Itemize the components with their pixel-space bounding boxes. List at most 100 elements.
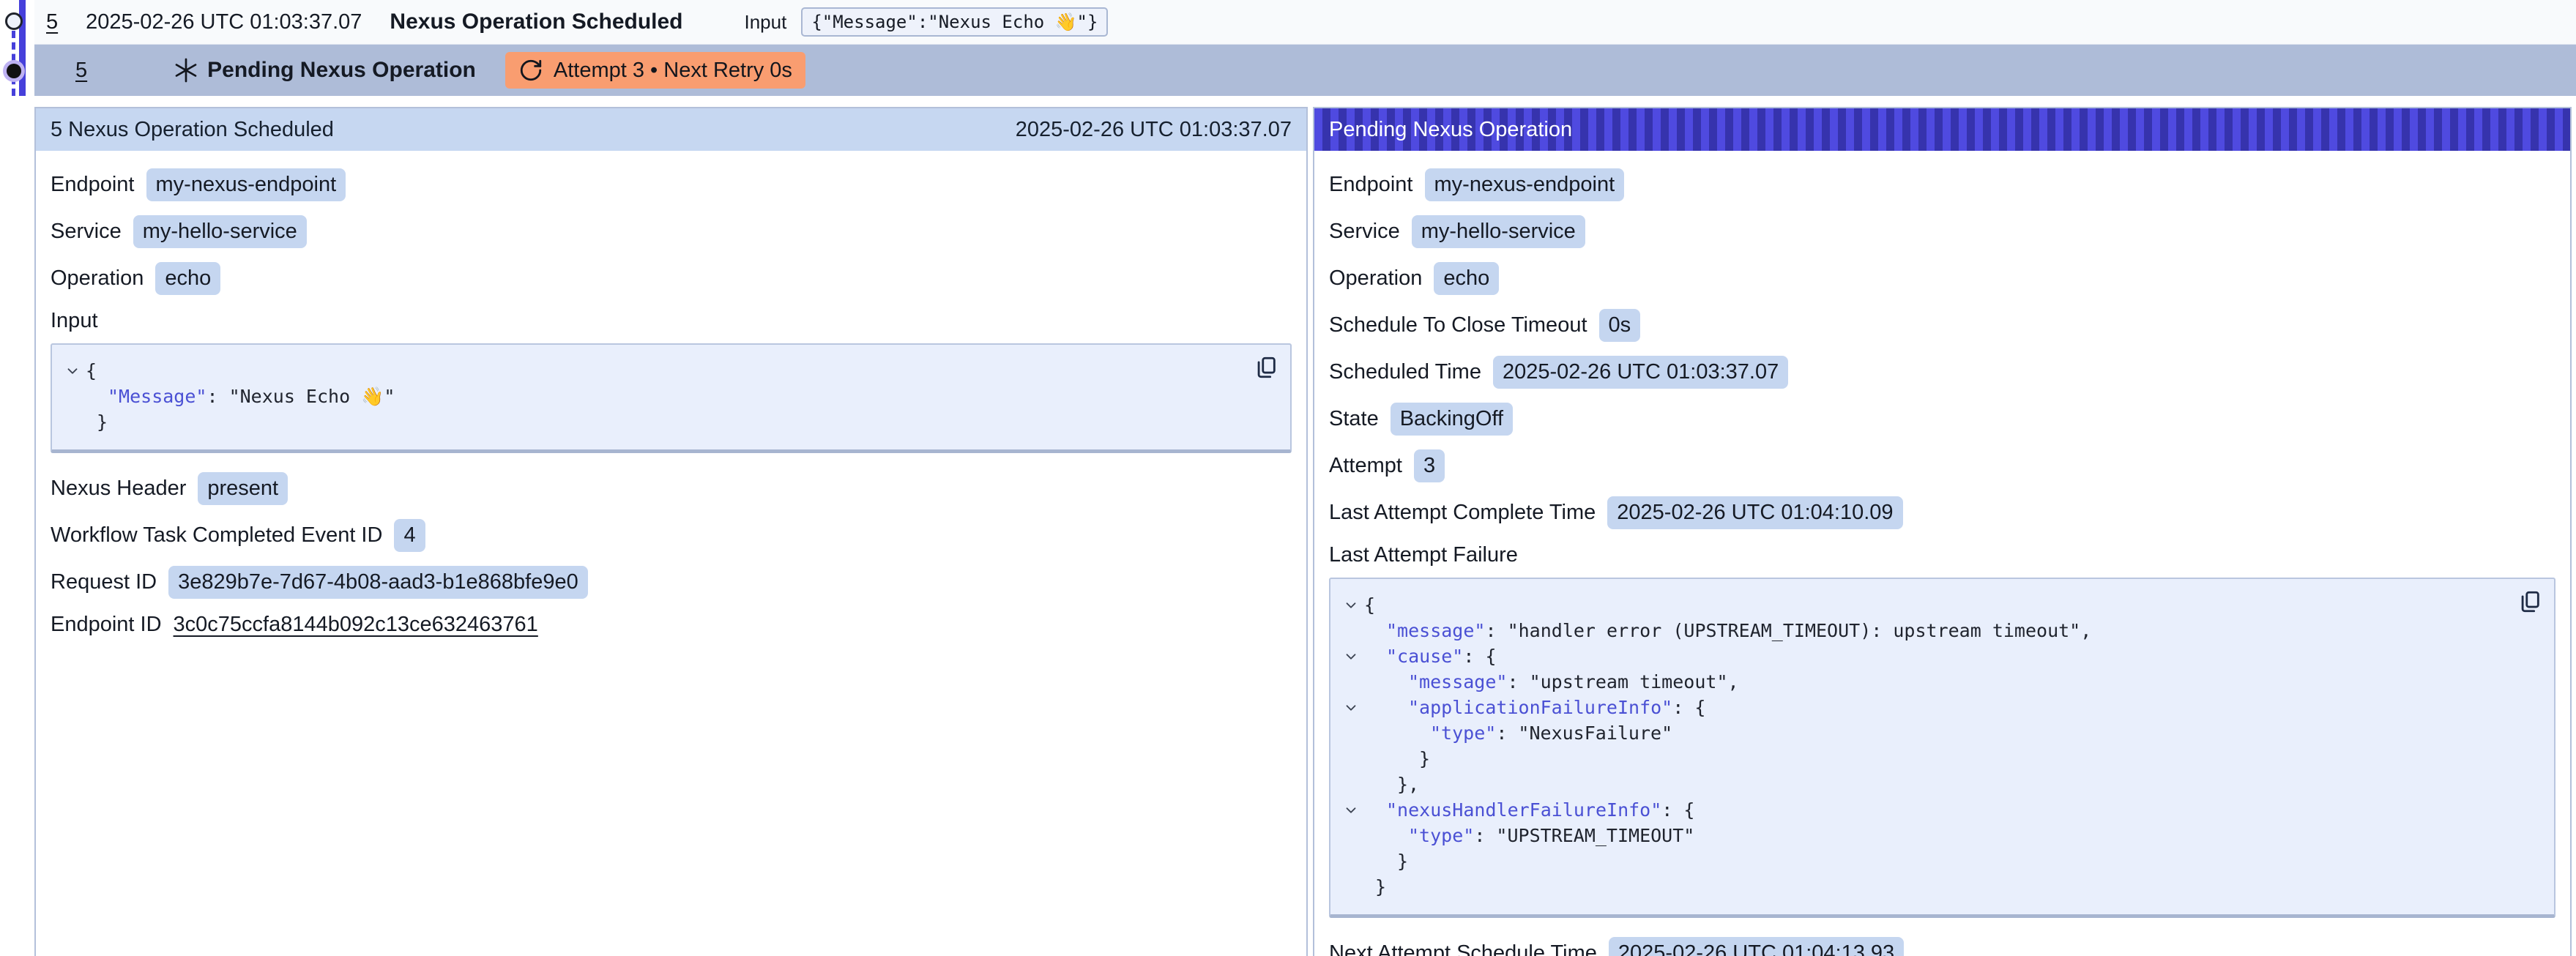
field-row-endpoint-id: Endpoint ID 3c0c75ccfa8144b092c13ce63246… xyxy=(51,613,1292,637)
event-row-pending-nexus-operation[interactable]: 5 Pending Nexus Operation Attempt 3 • Ne… xyxy=(34,45,2576,96)
field-value: 2025-02-26 UTC 01:04:13.93 xyxy=(1609,937,1904,956)
field-row-last-attempt-complete-time: Last Attempt Complete Time 2025-02-26 UT… xyxy=(1329,496,2555,529)
code-line: { xyxy=(59,358,1239,384)
input-json-block: {"Message": "Nexus Echo 👋"} xyxy=(51,343,1292,453)
event-timestamp: 2025-02-26 UTC 01:03:37.07 xyxy=(86,10,362,34)
pending-panel-body: Endpoint my-nexus-endpoint Service my-he… xyxy=(1314,151,2570,956)
field-label: Service xyxy=(51,220,122,244)
code-line: } xyxy=(59,409,1239,435)
event-rows: 5 2025-02-26 UTC 01:03:37.07 Nexus Opera… xyxy=(34,0,2576,96)
code-line: { xyxy=(1338,592,2503,618)
code-line: "type": "UPSTREAM_TIMEOUT" xyxy=(1338,823,2503,848)
field-value: 4 xyxy=(394,519,425,552)
field-row-service: Service my-hello-service xyxy=(51,215,1292,248)
field-row-state: State BackingOff xyxy=(1329,403,2555,436)
field-label: Last Attempt Complete Time xyxy=(1329,501,1596,525)
input-json-code: {"Message": "Nexus Echo 👋"} xyxy=(59,358,1239,435)
code-line: }, xyxy=(1338,772,2503,797)
field-label: Endpoint xyxy=(1329,173,1413,197)
field-value: my-nexus-endpoint xyxy=(146,168,346,201)
event-input-value-chip: {"Message":"Nexus Echo 👋"} xyxy=(801,7,1108,37)
pending-fields-top: Endpoint my-nexus-endpoint Service my-he… xyxy=(1329,168,2555,529)
copy-button[interactable] xyxy=(1254,355,1278,380)
code-line: } xyxy=(1338,746,2503,772)
event-id-link[interactable]: 5 xyxy=(46,10,58,34)
input-section-label: Input xyxy=(51,309,1292,333)
code-line: } xyxy=(1338,874,2503,900)
code-line: "Message": "Nexus Echo 👋" xyxy=(59,384,1239,409)
field-label: Next Attempt Schedule Time xyxy=(1329,941,1597,956)
code-line: "cause": { xyxy=(1338,643,2503,669)
scheduled-fields-bottom: Nexus Header present Workflow Task Compl… xyxy=(51,472,1292,637)
event-row-nexus-operation-scheduled[interactable]: 5 2025-02-26 UTC 01:03:37.07 Nexus Opera… xyxy=(34,0,2576,45)
field-value: echo xyxy=(155,262,220,295)
field-row-endpoint: Endpoint my-nexus-endpoint xyxy=(51,168,1292,201)
field-label: Workflow Task Completed Event ID xyxy=(51,523,382,548)
code-line: "nexusHandlerFailureInfo": { xyxy=(1338,797,2503,823)
pending-fields-bottom: Next Attempt Schedule Time 2025-02-26 UT… xyxy=(1329,937,2555,956)
pending-operation-panel: Pending Nexus Operation Endpoint my-nexu… xyxy=(1313,107,2572,956)
field-value[interactable]: 3c0c75ccfa8144b092c13ce632463761 xyxy=(174,613,538,637)
code-line: "applicationFailureInfo": { xyxy=(1338,695,2503,720)
field-row-endpoint: Endpoint my-nexus-endpoint xyxy=(1329,168,2555,201)
field-label: Request ID xyxy=(51,570,157,594)
code-line: "type": "NexusFailure" xyxy=(1338,720,2503,746)
field-label: Endpoint ID xyxy=(51,613,162,637)
timeline-node-filled-icon xyxy=(7,64,21,78)
event-timeline xyxy=(0,0,34,99)
field-row-next-attempt-schedule-time: Next Attempt Schedule Time 2025-02-26 UT… xyxy=(1329,937,2555,956)
collapse-chevron-icon[interactable] xyxy=(1338,649,1364,665)
pending-panel-header: Pending Nexus Operation xyxy=(1314,108,2570,151)
field-row-schedule-to-close-timeout: Schedule To Close Timeout 0s xyxy=(1329,309,2555,342)
field-label: Attempt xyxy=(1329,454,1402,478)
collapse-chevron-icon[interactable] xyxy=(59,363,86,379)
failure-json-code: {"message": "handler error (UPSTREAM_TIM… xyxy=(1338,592,2503,900)
scheduled-panel-body: Endpoint my-nexus-endpoint Service my-he… xyxy=(36,151,1306,665)
code-line: "message": "upstream timeout", xyxy=(1338,669,2503,695)
event-id-link[interactable]: 5 xyxy=(75,59,87,83)
scheduled-panel-title: 5 Nexus Operation Scheduled xyxy=(51,118,334,142)
field-label: Schedule To Close Timeout xyxy=(1329,313,1587,337)
retry-badge-text: Attempt 3 • Next Retry 0s xyxy=(554,59,792,83)
field-label: Nexus Header xyxy=(51,477,186,501)
code-line: "message": "handler error (UPSTREAM_TIME… xyxy=(1338,618,2503,643)
failure-section-label: Last Attempt Failure xyxy=(1329,543,2555,567)
field-row-scheduled-time: Scheduled Time 2025-02-26 UTC 01:03:37.0… xyxy=(1329,356,2555,389)
field-row-operation: Operation echo xyxy=(51,262,1292,295)
field-value: 3e829b7e-7d67-4b08-aad3-b1e868bfe9e0 xyxy=(168,566,588,599)
field-value: my-hello-service xyxy=(1412,215,1585,248)
pending-panel-title: Pending Nexus Operation xyxy=(1329,118,1572,142)
field-value: 2025-02-26 UTC 01:04:10.09 xyxy=(1607,496,1902,529)
field-value: 2025-02-26 UTC 01:03:37.07 xyxy=(1493,356,1788,389)
failure-json-block: {"message": "handler error (UPSTREAM_TIM… xyxy=(1329,578,2555,918)
field-value: my-nexus-endpoint xyxy=(1425,168,1625,201)
collapse-chevron-icon[interactable] xyxy=(1338,597,1364,613)
workflow-history-view: 5 2025-02-26 UTC 01:03:37.07 Nexus Opera… xyxy=(0,0,2576,956)
field-label: Endpoint xyxy=(51,173,135,197)
field-value: my-hello-service xyxy=(133,215,307,248)
scheduled-fields-top: Endpoint my-nexus-endpoint Service my-he… xyxy=(51,168,1292,295)
collapse-chevron-icon[interactable] xyxy=(1338,700,1364,716)
collapse-chevron-icon[interactable] xyxy=(1338,802,1364,818)
event-detail-panels: 5 Nexus Operation Scheduled 2025-02-26 U… xyxy=(34,107,2572,956)
field-value: BackingOff xyxy=(1391,403,1513,436)
code-line: } xyxy=(1338,848,2503,874)
scheduled-panel-header: 5 Nexus Operation Scheduled 2025-02-26 U… xyxy=(36,108,1306,151)
scheduled-panel-time: 2025-02-26 UTC 01:03:37.07 xyxy=(1016,118,1292,142)
scheduled-event-panel: 5 Nexus Operation Scheduled 2025-02-26 U… xyxy=(34,107,1308,956)
field-row-nexus-header: Nexus Header present xyxy=(51,472,1292,505)
event-title: Nexus Operation Scheduled xyxy=(390,10,682,34)
field-row-request-id: Request ID 3e829b7e-7d67-4b08-aad3-b1e86… xyxy=(51,566,1292,599)
field-label: Operation xyxy=(51,266,144,291)
timeline-node-open-icon xyxy=(5,12,23,30)
retry-status-badge: Attempt 3 • Next Retry 0s xyxy=(505,52,805,89)
field-value: 3 xyxy=(1414,449,1445,482)
event-input-label: Input xyxy=(745,11,787,34)
field-value: present xyxy=(198,472,288,505)
field-row-workflow-task-completed-event-id: Workflow Task Completed Event ID 4 xyxy=(51,519,1292,552)
copy-button[interactable] xyxy=(2517,589,2542,614)
field-row-service: Service my-hello-service xyxy=(1329,215,2555,248)
field-value: echo xyxy=(1434,262,1499,295)
pending-spinner-icon xyxy=(172,56,200,84)
field-label: Operation xyxy=(1329,266,1422,291)
